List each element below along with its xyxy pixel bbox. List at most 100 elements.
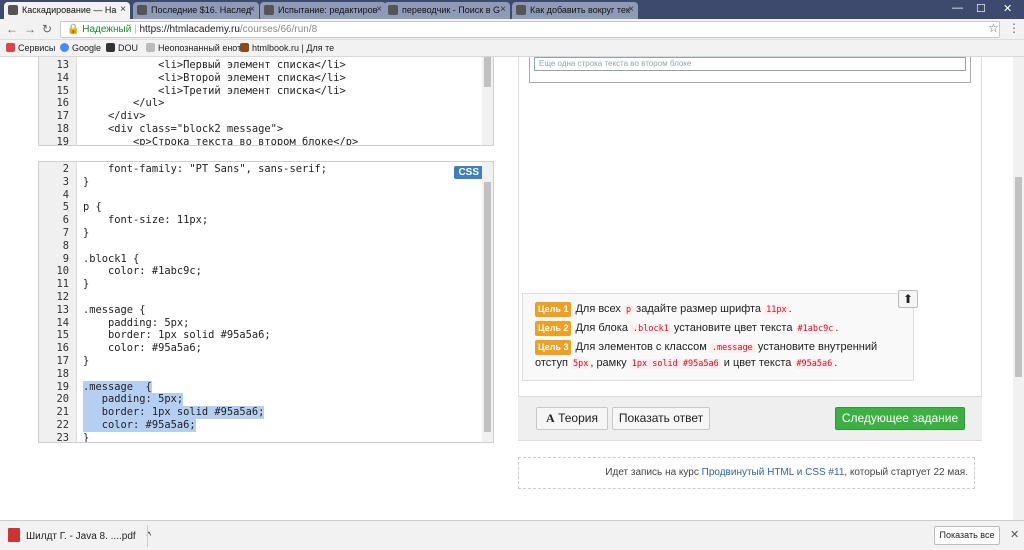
code-line[interactable]: 7} (39, 227, 484, 240)
menu-icon[interactable]: ⋮ (1008, 21, 1020, 35)
code-line[interactable]: 9 .block1 { (39, 253, 484, 266)
maximize-icon[interactable]: ☐ (976, 2, 986, 15)
code-line[interactable]: 15 <li>Третий элемент списка</li> (39, 85, 484, 98)
preview-block2: Еще одна строка текста во втором блоке (529, 57, 971, 83)
code-text: .message { (83, 303, 146, 316)
code-line[interactable]: 17 </div> (39, 110, 484, 123)
line-number: 2 (62, 163, 69, 175)
back-icon[interactable]: ← (6, 22, 18, 36)
browser-tab[interactable]: Последние $16. Наслед × (133, 2, 259, 19)
goal-item: Цель 2 Для блока .block1 установите цвет … (535, 321, 905, 337)
code-line[interactable]: 14 <li>Второй элемент списка</li> (39, 72, 484, 85)
theory-button[interactable]: A Теория (536, 407, 608, 430)
code-line[interactable]: 11} (39, 278, 484, 291)
code-text: } (83, 431, 90, 443)
goal-code: #1abc9c (795, 324, 836, 334)
browser-tab[interactable]: Каскадирование — На × (4, 2, 130, 19)
browser-tab[interactable]: Испытание: редактиров × (260, 2, 386, 19)
browser-tab[interactable]: переводчик - Поиск в G × (384, 2, 510, 19)
code-line[interactable]: 13 .message { (39, 304, 484, 317)
code-line[interactable]: 19 .message { (39, 380, 484, 394)
bookmark-google[interactable]: Google (60, 43, 101, 53)
code-line[interactable]: 14 padding: 5px; (39, 317, 484, 330)
close-window-icon[interactable]: ✕ (1003, 2, 1012, 15)
lock-icon: 🔒 (67, 24, 80, 35)
bookmark-dou[interactable]: DOU (106, 43, 138, 53)
code-line[interactable]: 20 padding: 5px; (39, 393, 484, 407)
pdf-icon (8, 528, 20, 542)
code-line[interactable]: 18 <div class="block2 message"> (39, 123, 484, 136)
next-task-button[interactable]: Следующее задание (835, 407, 965, 430)
line-number: 18 (56, 123, 69, 135)
goal-code: #95a5a6 (794, 359, 835, 369)
close-download-bar-icon[interactable]: ✕ (1010, 528, 1019, 541)
code-text: border: 1px solid #95a5a6; (83, 329, 271, 342)
code-line[interactable]: 3} (39, 176, 484, 189)
code-line[interactable]: 6 font-size: 11px; (39, 214, 484, 227)
favicon-icon (264, 5, 274, 15)
tab-label: переводчик - Поиск в G (402, 5, 501, 15)
code-line[interactable]: 19 <p>Строка текста во втором блоке</p> (39, 136, 484, 145)
bookmark-htmlbook[interactable]: htmlbook.ru | Для те (240, 43, 334, 53)
minimize-icon[interactable]: — (952, 2, 963, 14)
forward-icon[interactable]: → (24, 22, 36, 36)
close-tab-icon[interactable]: × (120, 4, 126, 15)
goal-badge: Цель 2 (535, 321, 572, 336)
code-line[interactable]: 4 (39, 189, 484, 202)
close-tab-icon[interactable]: × (628, 4, 634, 15)
code-text: </div> (83, 110, 146, 123)
browser-tab[interactable]: Как добавить вокруг тек × (512, 2, 638, 19)
download-item[interactable]: Шилдт Г. - Java 8. ....pdf ^ (8, 528, 151, 542)
reload-icon[interactable]: ↻ (42, 22, 52, 36)
close-tab-icon[interactable]: × (500, 4, 506, 15)
line-number: 21 (56, 406, 69, 419)
code-text: </ul> (83, 97, 165, 110)
code-line[interactable]: 16 </ul> (39, 97, 484, 110)
goals-panel: Цель 1 Для всех p задайте размер шрифта 1… (522, 293, 914, 381)
collapse-goals-button[interactable]: ⬆ (898, 290, 918, 308)
show-answer-button[interactable]: Показать ответ (612, 407, 710, 430)
code-line[interactable]: 13 <li>Первый элемент списка</li> (39, 59, 484, 72)
html-scrollbar[interactable] (482, 57, 493, 145)
favicon-icon (137, 5, 147, 15)
line-number: 17 (56, 110, 69, 123)
html-editor[interactable]: 13 <li>Первый элемент списка</li> 14 <li>… (38, 57, 494, 146)
line-number: 6 (62, 214, 69, 227)
line-number: 14 (56, 71, 69, 84)
code-text: <li>Первый элемент списка</li> (83, 59, 346, 71)
code-line[interactable]: 15 border: 1px solid #95a5a6; (39, 329, 484, 342)
line-number: 22 (56, 419, 69, 431)
url-input[interactable]: 🔒 Надежный | https://htmlacademy.ru/cour… (60, 21, 1000, 38)
code-text: } (83, 278, 90, 291)
code-line[interactable]: 10 color: #1abc9c; (39, 265, 484, 278)
code-line[interactable]: 22 color: #95a5a6; (39, 419, 484, 432)
code-line[interactable]: 21 border: 1px solid #95a5a6; (39, 406, 484, 420)
code-text: font-size: 11px; (83, 214, 209, 227)
course-link[interactable]: Продвинутый HTML и CSS #11 (702, 467, 845, 478)
code-line[interactable]: 18 (39, 368, 484, 381)
code-line[interactable]: 8 (39, 240, 484, 253)
star-icon[interactable]: ☆ (988, 21, 999, 35)
code-line[interactable]: 23} (39, 431, 484, 443)
code-line[interactable]: 5 p { (39, 201, 484, 214)
line-number: 11 (56, 278, 69, 291)
code-line[interactable]: 2 font-family: "PT Sans", sans-serif; (39, 163, 484, 176)
code-line[interactable]: 12 (39, 291, 484, 304)
tab-label: Последние $16. Наслед (151, 5, 252, 15)
tab-label: Как добавить вокруг тек (530, 5, 630, 15)
show-all-button[interactable]: Показать все (934, 526, 1000, 545)
bookmark-raccoon[interactable]: Неопознанный енот (146, 43, 241, 53)
close-tab-icon[interactable]: × (249, 4, 255, 15)
code-line[interactable]: 16 color: #95a5a6; (39, 342, 484, 355)
page-scrollbar[interactable] (1013, 57, 1024, 520)
css-scrollbar[interactable] (482, 162, 493, 442)
line-number: 16 (56, 342, 69, 355)
download-bar: Шилдт Г. - Java 8. ....pdf ^ Показать вс… (0, 520, 1024, 550)
bookmark-apps[interactable]: Сервисы (6, 43, 55, 53)
close-tab-icon[interactable]: × (376, 4, 382, 15)
css-editor[interactable]: 2 font-family: "PT Sans", sans-serif; 3} 4… (38, 161, 494, 443)
bookmarks-bar: Сервисы Google DOU Неопознанный енот htm… (0, 40, 1024, 57)
code-line[interactable]: 17} (39, 355, 484, 368)
line-number: 19 (56, 380, 69, 393)
goal-code: 5px (570, 359, 591, 369)
